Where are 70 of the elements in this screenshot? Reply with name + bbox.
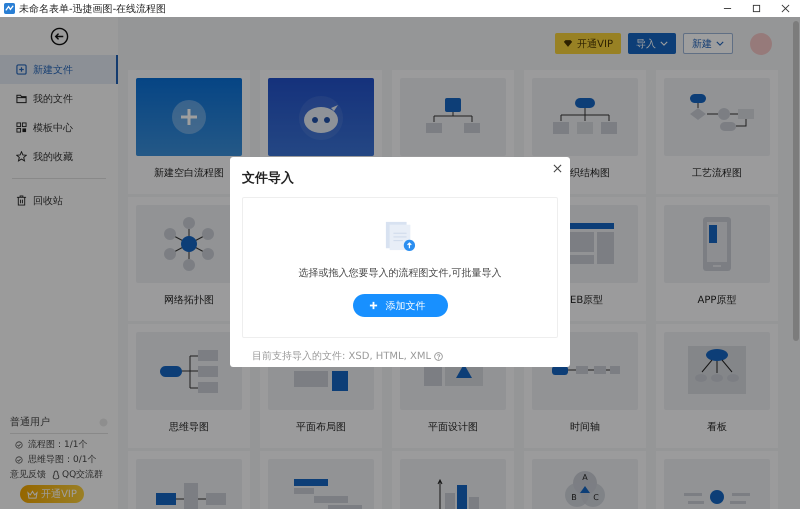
venn-label: A	[582, 473, 588, 482]
template-card[interactable]: 工艺流程图	[656, 70, 778, 194]
card-title: EB原型	[570, 294, 604, 307]
add-file-icon	[16, 64, 27, 75]
card-title: 看板	[707, 420, 727, 434]
drop-zone[interactable]: 选择或拖入您要导入的流程图文件,可批量导入 添加文件	[242, 197, 558, 338]
template-card[interactable]: 思维导图	[128, 324, 250, 448]
process-flow-icon	[690, 94, 754, 131]
caret-icon	[660, 41, 668, 46]
gantt-icon	[294, 479, 362, 509]
trash-icon	[16, 195, 27, 206]
sidebar-item[interactable]: 回收站	[0, 186, 118, 215]
board-icon	[688, 346, 746, 394]
card-title: 工艺流程图	[692, 166, 742, 180]
network-icon	[164, 217, 214, 271]
venn-diagram-icon	[565, 471, 605, 507]
venn-label: B	[571, 493, 577, 502]
sidebar-item[interactable]: 我的收藏	[0, 142, 118, 171]
new-button[interactable]: 新建	[683, 33, 733, 54]
folder-icon	[16, 93, 27, 104]
venn-label: C	[593, 493, 599, 502]
feedback-link[interactable]: 意见反馈	[10, 468, 46, 481]
window-title: 未命名表单-迅捷画图-在线流程图	[19, 2, 166, 16]
scrollbar[interactable]	[793, 21, 799, 341]
star-icon	[16, 151, 27, 162]
quota-text: 流程图：1/1个	[28, 438, 88, 451]
qq-group-link[interactable]: QQ交流群	[62, 468, 104, 481]
phone-icon	[703, 217, 731, 271]
relation-diagram-icon	[156, 483, 226, 509]
sidebar-item[interactable]: 模板中心	[0, 113, 118, 142]
quota-text: 思维导图：0/1个	[28, 454, 96, 466]
crown-icon	[27, 490, 38, 498]
timeline-icon	[552, 366, 620, 375]
plus-icon	[368, 301, 378, 310]
grid-icon	[16, 122, 27, 133]
person-icon	[684, 490, 750, 504]
card-title: 新建空白流程图	[154, 166, 224, 180]
template-card[interactable]: APP原型	[656, 197, 778, 321]
card-title: 织结构图	[570, 166, 610, 180]
card-title: APP原型	[698, 294, 736, 307]
sidebar-item[interactable]: 新建文件	[0, 55, 118, 84]
check-circle-icon	[15, 440, 23, 448]
drop-hint: 选择或拖入您要导入的流程图文件,可批量导入	[298, 266, 502, 280]
sidebar-item[interactable]: 我的文件	[0, 84, 118, 113]
back-icon[interactable]	[50, 27, 69, 46]
plan-label: 普通用户	[10, 416, 50, 429]
org-chart-icon	[553, 98, 617, 134]
floor-plan-icon	[294, 371, 348, 391]
vip-button[interactable]: 开通VIP	[555, 33, 621, 54]
card-title: 时间轴	[570, 420, 600, 434]
card-title: 网络拓扑图	[164, 294, 214, 307]
caret-icon	[716, 41, 724, 46]
close-icon[interactable]	[553, 164, 562, 173]
add-file-button[interactable]: 添加文件	[352, 294, 448, 317]
bar-chart-icon	[438, 478, 479, 509]
penguin-icon	[52, 470, 60, 480]
card-title: 平面布局图	[296, 421, 346, 434]
mind-map-icon	[160, 350, 218, 393]
close-icon[interactable]	[781, 4, 790, 13]
document-upload-icon	[384, 220, 416, 252]
app-logo-icon	[4, 3, 15, 14]
card-title: 平面设计图	[428, 420, 478, 434]
check-circle-icon	[15, 456, 23, 464]
tree-diagram-icon	[426, 98, 480, 133]
template-card[interactable]: A B C	[524, 451, 646, 509]
diamond-heart-icon	[563, 39, 574, 48]
template-card[interactable]: 看板	[656, 324, 778, 448]
card-title: 思维导图	[169, 420, 209, 434]
maximize-icon[interactable]	[752, 4, 761, 13]
import-button[interactable]: 导入	[628, 33, 676, 54]
